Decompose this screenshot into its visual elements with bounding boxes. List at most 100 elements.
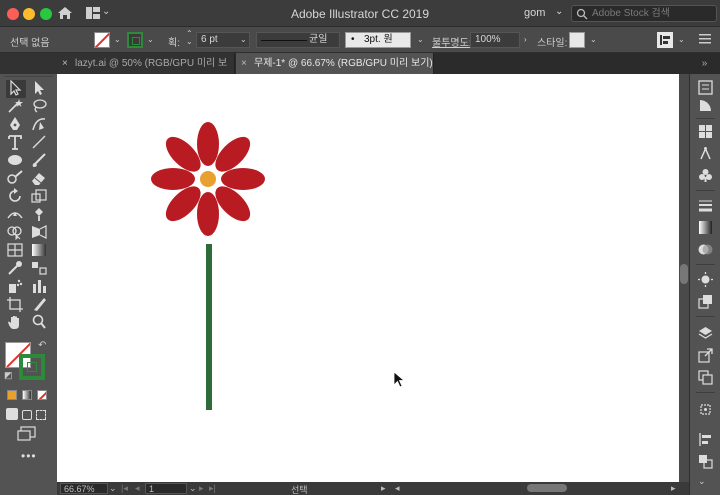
chevron-down-icon[interactable]: ⌄ — [678, 35, 685, 44]
symbol-sprayer-tool-icon[interactable] — [6, 278, 26, 296]
close-icon[interactable]: × — [241, 53, 247, 74]
draw-behind-icon[interactable] — [22, 410, 32, 420]
swatches-panel-icon[interactable] — [698, 124, 713, 139]
status-menu-arrow-icon[interactable]: ▸ — [381, 483, 386, 494]
stroke-profile-dropdown[interactable]: 균일 — [256, 32, 340, 48]
symbols-panel-icon[interactable] — [698, 168, 713, 183]
workspace-name[interactable]: gom — [524, 7, 545, 19]
chevron-down-icon[interactable]: ⌄ — [114, 35, 121, 44]
scale-tool-icon[interactable] — [30, 188, 50, 206]
shape-builder-tool-icon[interactable] — [6, 224, 26, 242]
petal[interactable] — [221, 168, 265, 190]
color-mode-button[interactable] — [7, 390, 17, 400]
artboard-canvas[interactable] — [57, 74, 679, 482]
zoom-tool-icon[interactable] — [30, 314, 50, 332]
edit-toolbar-icon[interactable]: ••• — [21, 449, 37, 463]
magic-wand-tool-icon[interactable] — [6, 98, 26, 116]
zoom-field[interactable]: 66.67% — [60, 483, 108, 494]
chevron-down-icon[interactable]: ⌄ — [147, 35, 154, 44]
default-fill-stroke-icon[interactable]: ◩ — [4, 370, 13, 381]
chevron-down-icon[interactable]: ⌄ — [590, 35, 597, 44]
dock-scroll-down-icon[interactable]: ⌄ — [698, 476, 706, 487]
tab-lazyt[interactable]: × lazyt.ai @ 50% (RGB/GPU 미리 보기) — [57, 53, 235, 90]
prev-artboard-icon[interactable]: ◂ — [135, 483, 140, 494]
puppet-warp-tool-icon[interactable] — [30, 206, 50, 224]
brush-definition-dropdown[interactable]: • 3pt. 원 — [345, 32, 411, 48]
layers-panel-icon[interactable] — [698, 326, 713, 341]
width-tool-icon[interactable] — [6, 206, 26, 224]
curvature-tool-icon[interactable] — [30, 116, 50, 134]
stroke-swatch[interactable] — [127, 32, 143, 48]
chevron-right-icon[interactable]: › — [524, 35, 527, 44]
stepper-icon[interactable]: ⌃ ⌄ — [186, 30, 193, 46]
graphic-styles-panel-icon[interactable] — [698, 294, 713, 309]
petal[interactable] — [197, 122, 219, 166]
horizontal-scroll-thumb[interactable] — [527, 484, 567, 492]
first-artboard-icon[interactable]: |◂ — [121, 483, 128, 494]
close-icon[interactable]: × — [62, 53, 68, 74]
rotate-tool-icon[interactable] — [6, 188, 26, 206]
fill-swatch[interactable] — [94, 32, 110, 48]
pen-tool-icon[interactable] — [6, 116, 26, 134]
line-tool-icon[interactable] — [30, 134, 50, 152]
petal[interactable] — [151, 168, 195, 190]
color-guide-icon[interactable] — [698, 98, 713, 113]
shaper-tool-icon[interactable] — [6, 170, 26, 188]
mesh-tool-icon[interactable] — [6, 242, 26, 260]
vertical-scroll-thumb[interactable] — [680, 264, 688, 284]
blend-tool-icon[interactable] — [30, 260, 50, 278]
tab-untitled-1[interactable]: × 무제-1* @ 66.67% (RGB/GPU 미리 보기) — [236, 53, 434, 74]
gradient-tool-icon[interactable] — [30, 242, 50, 260]
transparency-panel-icon[interactable] — [698, 242, 713, 257]
ellipse-tool-icon[interactable] — [6, 152, 26, 170]
hamburger-menu-icon[interactable] — [699, 33, 711, 45]
brushes-panel-icon[interactable] — [698, 146, 713, 161]
last-artboard-icon[interactable]: ▸| — [209, 483, 216, 494]
pathfinder-panel-icon[interactable] — [698, 454, 713, 469]
toolbar-grip[interactable] — [4, 76, 53, 77]
draw-normal-icon[interactable] — [6, 408, 18, 420]
stroke-panel-icon[interactable] — [698, 198, 713, 213]
chevron-down-icon[interactable]: ⌄ — [189, 483, 197, 494]
flower-center[interactable] — [200, 171, 216, 187]
panel-collapse-icon[interactable]: » — [689, 53, 720, 74]
chevron-down-icon[interactable]: ⌄ — [240, 35, 247, 44]
asset-export-panel-icon[interactable] — [698, 348, 713, 363]
scroll-right-icon[interactable]: ▸ — [671, 483, 676, 494]
stem[interactable] — [206, 244, 212, 410]
chevron-down-icon[interactable]: ⌄ — [555, 6, 563, 17]
petal-group[interactable] — [151, 122, 265, 236]
graphic-style-swatch[interactable] — [569, 32, 585, 48]
type-tool-icon[interactable] — [6, 134, 26, 152]
opacity-label[interactable]: 불투명도: — [432, 34, 472, 49]
artboards-panel-icon[interactable] — [698, 370, 713, 385]
next-artboard-icon[interactable]: ▸ — [199, 483, 204, 494]
chevron-down-icon[interactable]: ⌄ — [109, 483, 117, 494]
artboard-number-field[interactable]: 1 — [145, 483, 187, 494]
paintbrush-tool-icon[interactable] — [30, 152, 50, 170]
eraser-tool-icon[interactable] — [30, 170, 50, 188]
hand-tool-icon[interactable] — [6, 314, 26, 332]
gradient-mode-button[interactable] — [22, 390, 32, 400]
petal[interactable] — [197, 192, 219, 236]
column-graph-tool-icon[interactable] — [30, 278, 50, 296]
slice-tool-icon[interactable] — [30, 296, 50, 314]
align-panel-icon[interactable] — [698, 432, 713, 447]
stroke-color-swatch[interactable] — [19, 354, 45, 380]
lasso-tool-icon[interactable] — [30, 98, 50, 116]
draw-inside-icon[interactable] — [36, 410, 46, 420]
screen-mode-icon[interactable] — [17, 426, 37, 442]
swap-fill-stroke-icon[interactable]: ↶ — [38, 340, 46, 351]
appearance-panel-icon[interactable] — [698, 272, 713, 287]
properties-panel-icon[interactable] — [698, 80, 713, 95]
perspective-grid-tool-icon[interactable] — [30, 224, 50, 242]
stock-search-input[interactable]: Adobe Stock 검색 — [571, 5, 717, 22]
none-mode-button[interactable] — [37, 390, 47, 400]
scroll-left-icon[interactable]: ◂ — [395, 483, 400, 494]
chevron-down-icon[interactable]: ⌄ — [417, 35, 424, 44]
gradient-panel-icon[interactable] — [698, 220, 713, 235]
transform-panel-icon[interactable] — [698, 402, 713, 417]
opacity-field[interactable]: 100% — [470, 32, 520, 48]
align-icon[interactable] — [657, 32, 673, 48]
direct-selection-tool-icon[interactable] — [30, 80, 50, 98]
